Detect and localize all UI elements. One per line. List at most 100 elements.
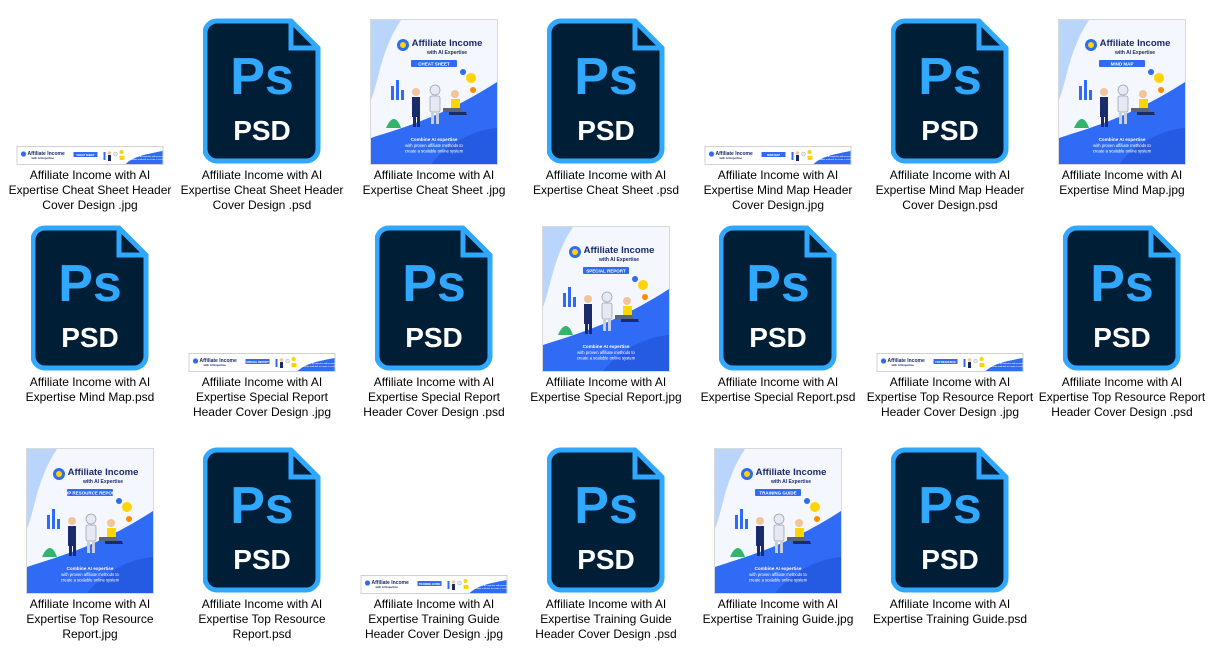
photoshop-psd-icon: Ps PSD bbox=[547, 447, 665, 593]
file-item[interactable]: Ps PSD Affiliate Income with AI Expertis… bbox=[348, 221, 520, 420]
file-name-label: Affiliate Income with AI Expertise Top R… bbox=[26, 597, 154, 641]
photoshop-psd-icon: Ps PSD bbox=[1063, 225, 1181, 371]
file-item[interactable]: Ps PSD Affiliate Income with AI Expertis… bbox=[864, 14, 1036, 213]
svg-text:Combine AI expertise: Combine AI expertise bbox=[67, 566, 114, 571]
file-thumbnail[interactable]: Affiliate Income with AI Expertise SPECI… bbox=[176, 221, 348, 371]
svg-text:TOP RESOURCE: TOP RESOURCE bbox=[935, 360, 956, 364]
svg-text:Combine AI expertise: Combine AI expertise bbox=[411, 137, 458, 142]
file-thumbnail[interactable]: Ps PSD bbox=[1036, 221, 1208, 371]
file-item[interactable]: Affiliate Income with AI Expertise MIND … bbox=[1036, 14, 1208, 198]
file-name-label: Affiliate Income with AI Expertise Train… bbox=[872, 597, 1028, 626]
file-item[interactable]: Ps PSD Affiliate Income with AI Expertis… bbox=[1036, 221, 1208, 420]
file-thumbnail[interactable]: Ps PSD bbox=[176, 14, 348, 164]
svg-text:affiliate methods to create a: affiliate methods to create a scalable s… bbox=[131, 158, 163, 161]
file-thumbnail[interactable]: Affiliate Income with AI Expertise CHEAT… bbox=[348, 14, 520, 164]
file-thumbnail[interactable]: Ps PSD bbox=[520, 14, 692, 164]
file-thumbnail[interactable]: Ps PSD bbox=[864, 14, 1036, 164]
ps-glyph: Ps bbox=[918, 477, 982, 535]
file-thumbnail[interactable]: Affiliate Income with AI Expertise SPECI… bbox=[520, 221, 692, 371]
psd-glyph: PSD bbox=[233, 115, 291, 146]
file-name-label: Affiliate Income with AI Expertise Cheat… bbox=[180, 168, 344, 212]
file-thumbnail[interactable]: Affiliate Income with AI Expertise TOP R… bbox=[4, 443, 176, 593]
file-item[interactable]: Affiliate Income with AI Expertise TRAIN… bbox=[692, 443, 864, 627]
svg-text:CHEAT SHEET: CHEAT SHEET bbox=[418, 62, 450, 67]
file-name-label: Affiliate Income with AI Expertise Train… bbox=[702, 597, 854, 626]
file-thumbnail[interactable]: Affiliate Income with AI Expertise MIND … bbox=[1036, 14, 1208, 164]
svg-text:with proven affiliate methods: with proven affiliate methods to bbox=[1093, 143, 1151, 148]
svg-text:with AI Expertise: with AI Expertise bbox=[426, 50, 467, 56]
file-item[interactable]: Ps PSD Affiliate Income with AI Expertis… bbox=[176, 443, 348, 642]
file-item[interactable]: Affiliate Income with AI Expertise TOP R… bbox=[4, 443, 176, 642]
ps-glyph: Ps bbox=[402, 255, 466, 313]
psd-glyph: PSD bbox=[405, 322, 463, 353]
psd-glyph: PSD bbox=[1093, 322, 1151, 353]
svg-text:Combine AI expertise: Combine AI expertise bbox=[583, 344, 630, 349]
file-thumbnail[interactable]: Affiliate Income with AI Expertise TOP R… bbox=[864, 221, 1036, 371]
file-item[interactable]: Affiliate Income with AI Expertise SPECI… bbox=[176, 221, 348, 420]
ebook-cover-thumbnail: Affiliate Income with AI Expertise TOP R… bbox=[27, 449, 153, 593]
file-name-label: Affiliate Income with AI Expertise Mind … bbox=[703, 168, 853, 212]
svg-text:Combine AI expertise with prov: Combine AI expertise with proven bbox=[303, 362, 335, 365]
ps-glyph: Ps bbox=[230, 48, 294, 106]
file-name-label: Affiliate Income with AI Expertise Cheat… bbox=[362, 168, 506, 197]
svg-text:with AI Expertise: with AI Expertise bbox=[770, 479, 811, 485]
ps-glyph: Ps bbox=[574, 48, 638, 106]
file-item[interactable]: Affiliate Income with AI Expertise CHEAT… bbox=[348, 14, 520, 198]
file-name-label: Affiliate Income with AI Expertise Speci… bbox=[192, 375, 332, 419]
file-name-label: Affiliate Income with AI Expertise Top R… bbox=[1038, 375, 1206, 419]
header-banner-thumbnail: Affiliate Income with AI Expertise CHEAT… bbox=[17, 147, 163, 164]
header-banner-thumbnail: Affiliate Income with AI Expertise MIND … bbox=[705, 147, 851, 164]
ps-glyph: Ps bbox=[58, 255, 122, 313]
header-banner-thumbnail: Affiliate Income with AI Expertise TOP R… bbox=[877, 354, 1023, 371]
file-thumbnail[interactable]: Ps PSD bbox=[176, 443, 348, 593]
svg-text:with proven affiliate methods: with proven affiliate methods to bbox=[577, 350, 635, 355]
svg-text:Combine AI expertise with prov: Combine AI expertise with proven bbox=[991, 362, 1023, 365]
file-thumbnail[interactable]: Ps PSD bbox=[692, 221, 864, 371]
svg-text:with proven affiliate methods: with proven affiliate methods to bbox=[405, 143, 463, 148]
file-thumbnail[interactable]: Ps PSD bbox=[520, 443, 692, 593]
file-item[interactable]: Ps PSD Affiliate Income with AI Expertis… bbox=[864, 443, 1036, 627]
file-name-label: Affiliate Income with AI Expertise Top R… bbox=[198, 597, 326, 641]
file-name-label: Affiliate Income with AI Expertise Speci… bbox=[363, 375, 505, 419]
file-item[interactable]: Ps PSD Affiliate Income with AI Expertis… bbox=[692, 221, 864, 405]
psd-glyph: PSD bbox=[749, 322, 807, 353]
svg-text:MIND MAP: MIND MAP bbox=[1111, 62, 1134, 67]
svg-text:affiliate methods to create a: affiliate methods to create a scalable s… bbox=[819, 158, 851, 161]
file-thumbnail[interactable]: Ps PSD bbox=[864, 443, 1036, 593]
ebook-cover-thumbnail: Affiliate Income with AI Expertise TRAIN… bbox=[715, 449, 841, 593]
file-thumbnail[interactable]: Ps PSD bbox=[348, 221, 520, 371]
file-name-label: Affiliate Income with AI Expertise Mind … bbox=[875, 168, 1025, 212]
photoshop-psd-icon: Ps PSD bbox=[719, 225, 837, 371]
file-thumbnail[interactable]: Affiliate Income with AI Expertise MIND … bbox=[692, 14, 864, 164]
photoshop-psd-icon: Ps PSD bbox=[547, 18, 665, 164]
svg-text:create a scalable online syste: create a scalable online system bbox=[577, 356, 636, 361]
file-name-label: Affiliate Income with AI Expertise Cheat… bbox=[8, 168, 172, 212]
svg-text:with AI Expertise: with AI Expertise bbox=[1114, 50, 1155, 56]
svg-text:MIND MAP: MIND MAP bbox=[767, 153, 780, 157]
svg-text:create a scalable online syste: create a scalable online system bbox=[749, 578, 808, 583]
file-item[interactable]: Ps PSD Affiliate Income with AI Expertis… bbox=[4, 221, 176, 405]
file-item[interactable]: Affiliate Income with AI Expertise TRAIN… bbox=[348, 443, 520, 642]
ps-glyph: Ps bbox=[1090, 255, 1154, 313]
file-item[interactable]: Affiliate Income with AI Expertise SPECI… bbox=[520, 221, 692, 405]
file-name-label: Affiliate Income with AI Expertise Mind … bbox=[25, 375, 155, 404]
file-item[interactable]: Affiliate Income with AI Expertise CHEAT… bbox=[4, 14, 176, 213]
file-item[interactable]: Ps PSD Affiliate Income with AI Expertis… bbox=[176, 14, 348, 213]
ebook-cover-thumbnail: Affiliate Income with AI Expertise SPECI… bbox=[543, 227, 669, 371]
svg-text:with AI Expertise: with AI Expertise bbox=[203, 363, 227, 367]
file-item[interactable]: Affiliate Income with AI Expertise TOP R… bbox=[864, 221, 1036, 420]
file-item[interactable]: Ps PSD Affiliate Income with AI Expertis… bbox=[520, 14, 692, 198]
file-item[interactable]: Affiliate Income with AI Expertise MIND … bbox=[692, 14, 864, 213]
file-name-label: Affiliate Income with AI Expertise Top R… bbox=[866, 375, 1034, 419]
file-item[interactable]: Ps PSD Affiliate Income with AI Expertis… bbox=[520, 443, 692, 642]
file-thumbnail[interactable]: Ps PSD bbox=[4, 221, 176, 371]
file-name-label: Affiliate Income with AI Expertise Train… bbox=[364, 597, 504, 641]
file-thumbnail[interactable]: Affiliate Income with AI Expertise TRAIN… bbox=[692, 443, 864, 593]
svg-text:Affiliate Income: Affiliate Income bbox=[412, 38, 483, 49]
svg-text:affiliate methods to create a: affiliate methods to create a scalable s… bbox=[475, 587, 507, 590]
psd-glyph: PSD bbox=[577, 115, 635, 146]
file-thumbnail[interactable]: Affiliate Income with AI Expertise TRAIN… bbox=[348, 443, 520, 593]
svg-text:TRAINING GUIDE: TRAINING GUIDE bbox=[419, 582, 441, 586]
file-thumbnail[interactable]: Affiliate Income with AI Expertise CHEAT… bbox=[4, 14, 176, 164]
header-banner-thumbnail: Affiliate Income with AI Expertise TRAIN… bbox=[361, 576, 507, 593]
